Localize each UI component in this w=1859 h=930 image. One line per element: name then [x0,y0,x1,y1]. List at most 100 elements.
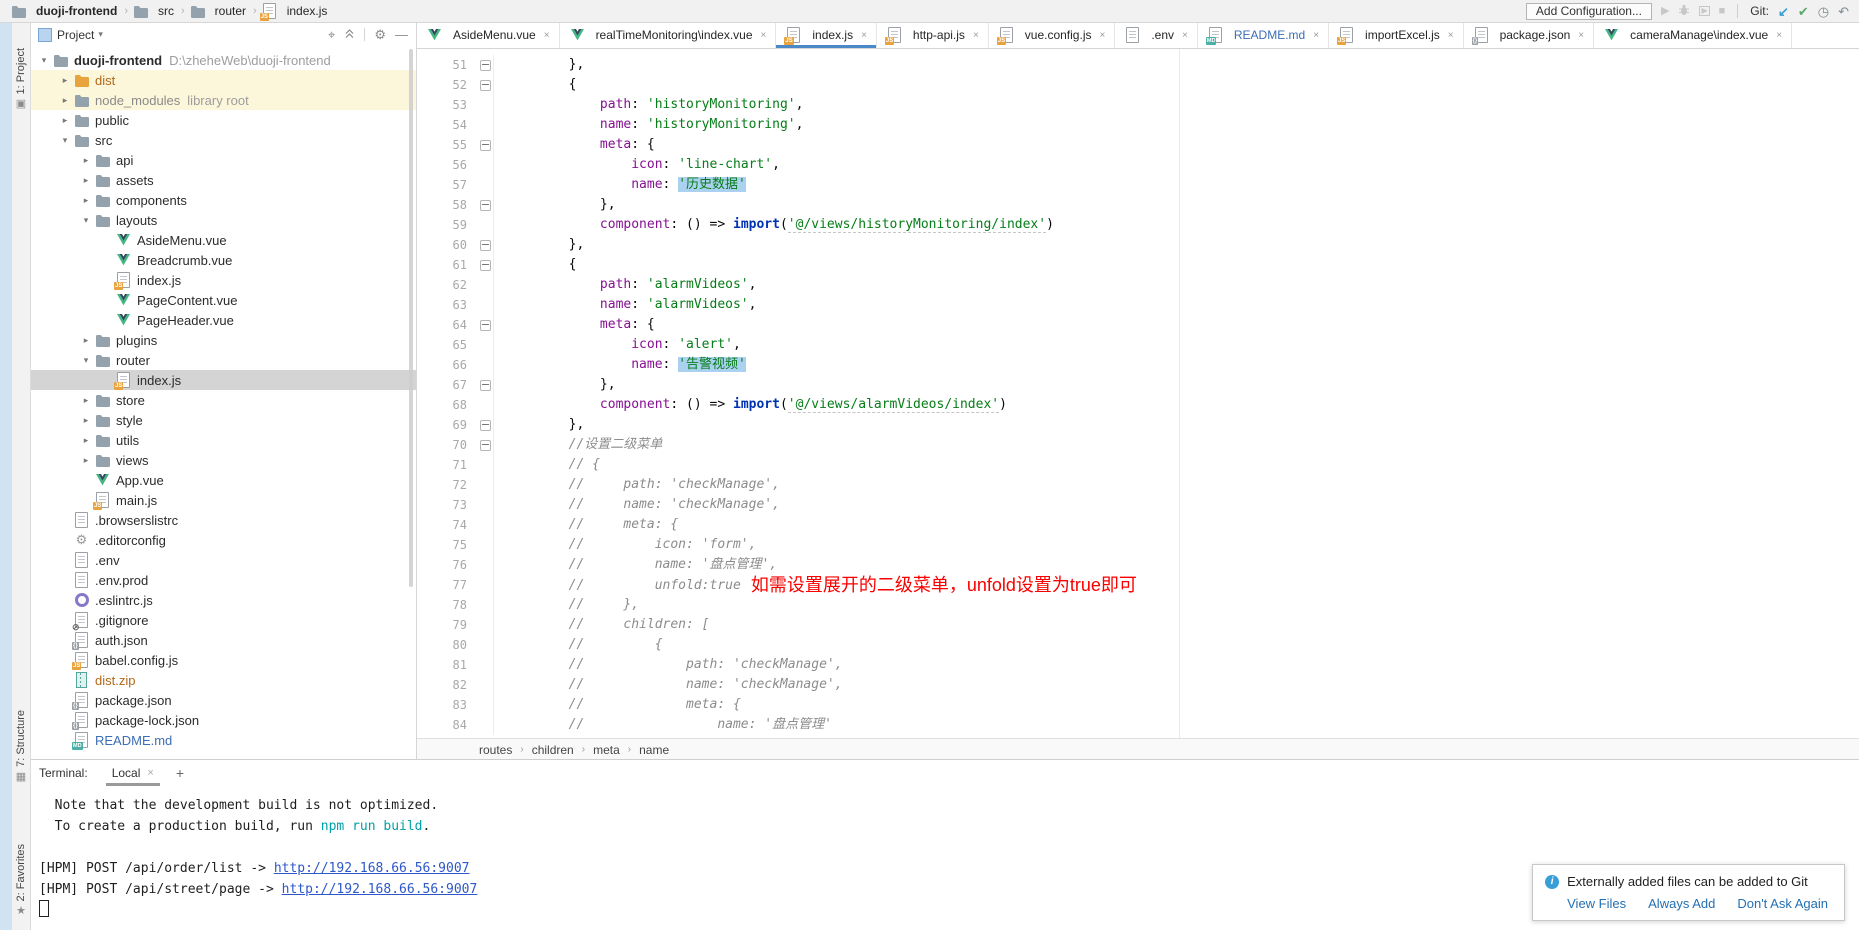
tree-row[interactable]: {}auth.json [30,630,416,650]
chevron-icon[interactable]: ▸ [78,175,94,186]
notification-action-link[interactable]: Always Add [1648,896,1715,911]
code-line[interactable]: 72 // path: 'checkManage', [417,475,1859,495]
close-icon[interactable]: × [1182,30,1188,41]
chevron-icon[interactable]: ▾ [78,215,94,226]
fold-marker[interactable] [477,80,493,91]
tree-row[interactable]: ▾src [30,130,416,150]
close-icon[interactable]: × [1448,30,1454,41]
tree-row[interactable]: JSbabel.config.js [30,650,416,670]
code-line[interactable]: 61 { [417,255,1859,275]
close-icon[interactable]: × [1578,30,1584,41]
editor-tab[interactable]: JSindex.js× [776,22,877,48]
tree-row[interactable]: AsideMenu.vue [30,230,416,250]
tool-button-project[interactable]: 1: Project ▣ [12,48,30,110]
code-line[interactable]: 51 }, [417,55,1859,75]
fold-collapse-icon[interactable] [480,240,491,251]
chevron-icon[interactable]: ▸ [78,335,94,346]
code-line[interactable]: 58 }, [417,195,1859,215]
fold-marker[interactable] [477,320,493,331]
notification-action-link[interactable]: Don't Ask Again [1737,896,1828,911]
chevron-icon[interactable]: ▸ [57,75,73,86]
chevron-icon[interactable]: ▸ [78,195,94,206]
fold-collapse-icon[interactable] [480,260,491,271]
debug-icon[interactable] [1678,4,1690,19]
tree-row[interactable]: MDREADME.md [30,730,416,750]
tree-row[interactable]: ▸components [30,190,416,210]
git-rollback-icon[interactable]: ↶ [1838,5,1849,18]
editor-tab[interactable]: AsideMenu.vue× [417,22,560,48]
stop-icon[interactable]: ■ [1719,6,1726,17]
fold-marker[interactable] [477,380,493,391]
editor-breadcrumb-item[interactable]: children [532,743,574,757]
code-line[interactable]: 57 name: '历史数据' [417,175,1859,195]
code-line[interactable]: 67 }, [417,375,1859,395]
code-line[interactable]: 71 // { [417,455,1859,475]
code-line[interactable]: 66 name: '告警视频' [417,355,1859,375]
tree-row[interactable]: ▸public [30,110,416,130]
code-line[interactable]: 74 // meta: { [417,515,1859,535]
fold-collapse-icon[interactable] [480,80,491,91]
notification-action-link[interactable]: View Files [1567,896,1626,911]
code-line[interactable]: 73 // name: 'checkManage', [417,495,1859,515]
code-line[interactable]: 56 icon: 'line-chart', [417,155,1859,175]
code-line[interactable]: 52 { [417,75,1859,95]
git-commit-icon[interactable]: ✔ [1798,5,1809,18]
code-line[interactable]: 75 // icon: 'form', [417,535,1859,555]
close-icon[interactable]: × [544,30,550,41]
close-icon[interactable]: × [861,30,867,41]
tree-row[interactable]: ▸dist [30,70,416,90]
fold-collapse-icon[interactable] [480,140,491,151]
terminal-link[interactable]: http://192.168.66.56:9007 [282,882,478,897]
code-line[interactable]: 76 // name: '盘点管理', [417,555,1859,575]
code-line[interactable]: 81 // path: 'checkManage', [417,655,1859,675]
tree-row[interactable]: ⚙.editorconfig [30,530,416,550]
tree-row[interactable]: ▾duoji-frontendD:\zheheWeb\duoji-fronten… [30,50,416,70]
close-icon[interactable]: × [1313,30,1319,41]
code-line[interactable]: 53 path: 'historyMonitoring', [417,95,1859,115]
fold-marker[interactable] [477,240,493,251]
terminal-tab-local[interactable]: Local × [106,760,160,786]
chevron-icon[interactable]: ▸ [78,395,94,406]
editor-tab[interactable]: .env× [1115,22,1198,48]
editor-tab[interactable]: cameraManage\index.vue× [1594,22,1792,48]
code-line[interactable]: 79 // children: [ [417,615,1859,635]
fold-collapse-icon[interactable] [480,380,491,391]
fold-collapse-icon[interactable] [480,320,491,331]
fold-marker[interactable] [477,200,493,211]
fold-collapse-icon[interactable] [480,60,491,71]
code-line[interactable]: 55 meta: { [417,135,1859,155]
git-update-icon[interactable]: ↙ [1778,5,1789,18]
collapse-all-icon[interactable] [344,27,355,42]
code-line[interactable]: 70 //设置二级菜单 [417,435,1859,455]
editor-tab[interactable]: {}package.json× [1464,22,1595,48]
tree-row[interactable]: App.vue [30,470,416,490]
chevron-icon[interactable]: ▸ [78,415,94,426]
chevron-icon[interactable]: ▸ [78,455,94,466]
run-with-coverage-icon[interactable]: ▶ [1699,6,1709,16]
code-line[interactable]: 60 }, [417,235,1859,255]
run-icon[interactable]: ▶ [1661,6,1669,17]
tree-row[interactable]: ▸style [30,410,416,430]
tree-row[interactable]: PageContent.vue [30,290,416,310]
hide-panel-icon[interactable]: ― [395,27,408,42]
editor-breadcrumb-item[interactable]: name [639,743,669,757]
tree-row[interactable]: ▸plugins [30,330,416,350]
code-line[interactable]: 82 // name: 'checkManage', [417,675,1859,695]
fold-collapse-icon[interactable] [480,200,491,211]
editor-tab[interactable]: MDREADME.md× [1198,22,1329,48]
code-line[interactable]: 62 path: 'alarmVideos', [417,275,1859,295]
chevron-icon[interactable]: ▸ [78,435,94,446]
code-line[interactable]: 77 // unfold:true 如需设置展开的二级菜单，unfold设置为t… [417,575,1859,595]
editor-tab[interactable]: JSvue.config.js× [989,22,1116,48]
tree-row[interactable]: ▸utils [30,430,416,450]
tree-row[interactable]: ▾layouts [30,210,416,230]
close-icon[interactable]: × [973,30,979,41]
terminal-link[interactable]: http://192.168.66.56:9007 [274,861,470,876]
code-line[interactable]: 65 icon: 'alert', [417,335,1859,355]
editor-breadcrumb-item[interactable]: routes [479,743,512,757]
fold-collapse-icon[interactable] [480,440,491,451]
editor-tab[interactable]: JSimportExcel.js× [1329,22,1464,48]
breadcrumb-item[interactable]: router [189,3,246,19]
close-icon[interactable]: × [147,767,153,779]
project-tree-scrollbar[interactable] [409,49,413,587]
